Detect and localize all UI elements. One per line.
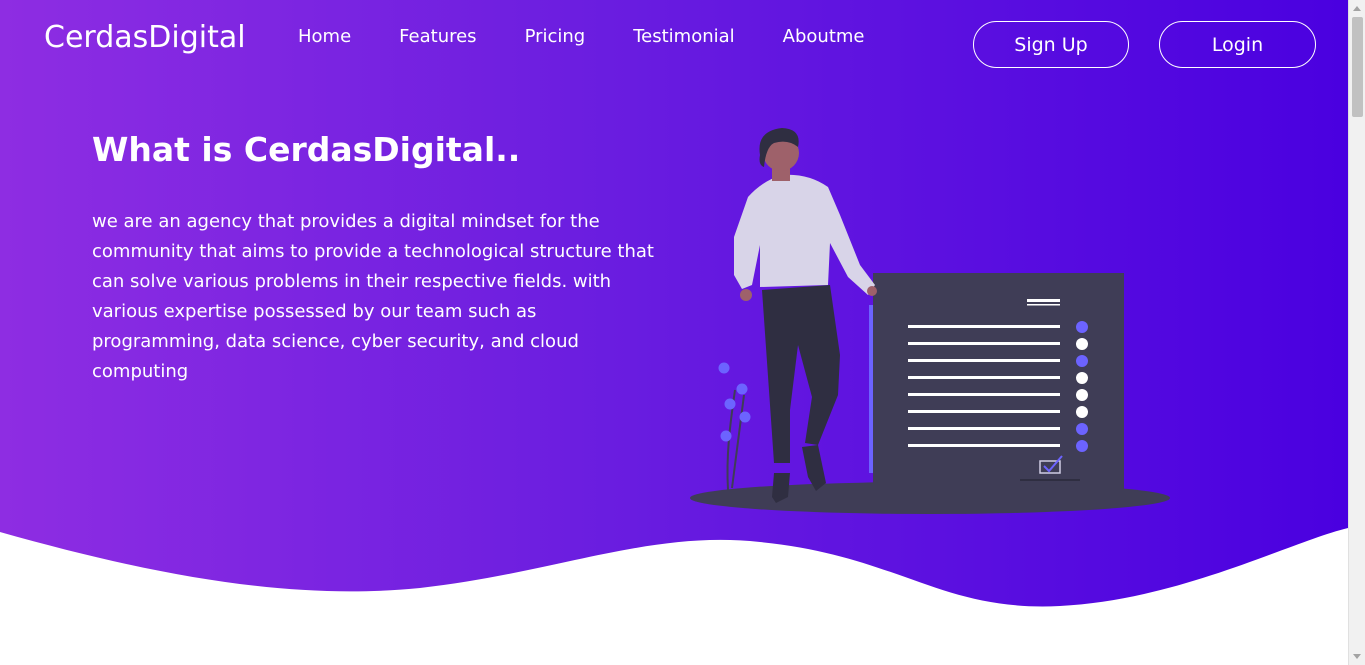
hero-title: What is CerdasDigital.. xyxy=(92,130,521,169)
person-figure xyxy=(734,128,877,503)
nav-item-aboutme[interactable]: Aboutme xyxy=(783,26,865,47)
nav-item-features[interactable]: Features xyxy=(399,26,476,47)
hero-description: we are an agency that provides a digital… xyxy=(92,211,654,382)
hero-illustration xyxy=(690,128,1170,514)
brand-logo[interactable]: CerdasDigital xyxy=(44,20,246,55)
nav-item-home[interactable]: Home xyxy=(298,26,351,47)
hero-section: CerdasDigital Home Features Pricing Test… xyxy=(0,0,1348,665)
checklist-board xyxy=(869,273,1124,499)
scroll-down-icon[interactable] xyxy=(1353,654,1361,659)
nav-item-testimonial[interactable]: Testimonial xyxy=(633,26,734,47)
scrollbar-thumb[interactable] xyxy=(1352,17,1363,117)
nav-item-pricing[interactable]: Pricing xyxy=(525,26,586,47)
page-scrollbar[interactable] xyxy=(1348,0,1365,665)
main-nav: Home Features Pricing Testimonial Aboutm… xyxy=(298,26,913,47)
plant-icon xyxy=(718,362,751,491)
wave-divider xyxy=(0,528,1348,665)
signup-button[interactable]: Sign Up xyxy=(973,21,1129,68)
scroll-up-icon[interactable] xyxy=(1353,6,1361,11)
login-button[interactable]: Login xyxy=(1159,21,1316,68)
